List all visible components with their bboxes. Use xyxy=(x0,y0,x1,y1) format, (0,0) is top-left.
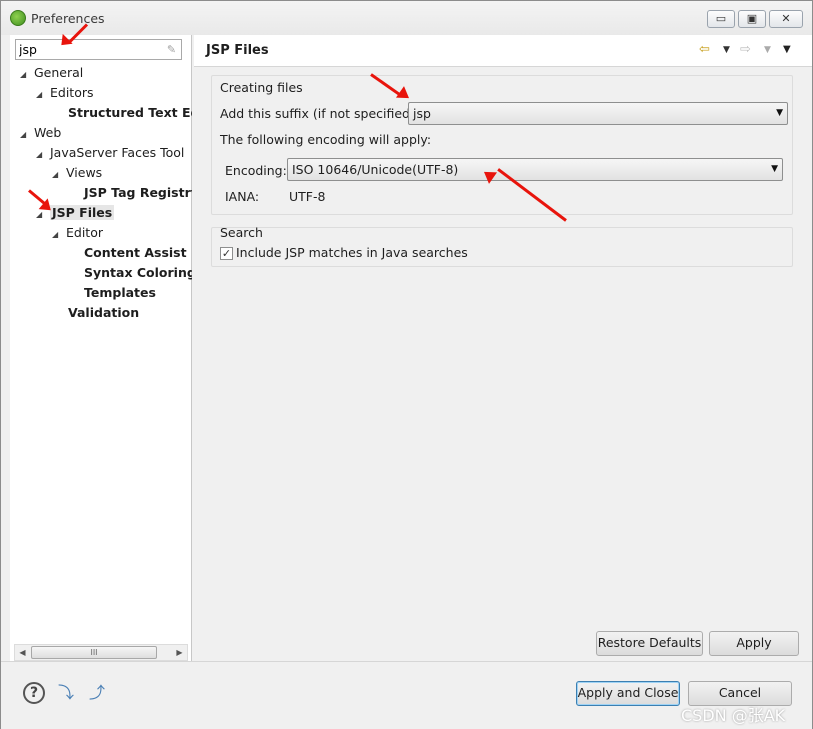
encoding-select[interactable]: ISO 10646/Unicode(UTF-8) ▼ xyxy=(287,158,783,181)
tree-item-validation[interactable]: Validation xyxy=(68,303,139,323)
tree-item-web[interactable]: ◢ Web xyxy=(20,123,61,143)
include-jsp-label: Include JSP matches in Java searches xyxy=(236,245,468,260)
scroll-right-icon[interactable]: ▶ xyxy=(172,645,187,660)
horizontal-scrollbar[interactable]: ◀ III ▶ xyxy=(14,644,188,661)
expand-arrow-icon[interactable]: ◢ xyxy=(36,85,50,105)
tree-item-content-assist[interactable]: Content Assist xyxy=(84,243,187,263)
scroll-left-icon[interactable]: ◀ xyxy=(15,645,30,660)
tree-item-label: Web xyxy=(34,125,62,140)
tree-item-label: JSP Tag Registry xyxy=(84,185,192,200)
preference-tree: ◢ General ◢ Editors Structured Text Ed ◢ We… xyxy=(10,63,192,643)
suffix-select[interactable]: jsp ▼ xyxy=(408,102,788,125)
tree-item-label: Validation xyxy=(68,305,140,320)
export-icon[interactable]: ⤴ xyxy=(86,682,108,704)
tree-item-label: Editor xyxy=(66,225,103,240)
creating-files-label: Creating files xyxy=(220,80,303,95)
tree-item-syntax-coloring[interactable]: Syntax Coloring xyxy=(84,263,192,283)
tree-item-label: Syntax Coloring xyxy=(84,265,192,280)
expand-arrow-icon[interactable]: ◢ xyxy=(36,145,50,165)
filter-input[interactable] xyxy=(16,40,156,59)
filter-box: ✎ xyxy=(15,39,182,60)
tree-item-label: Views xyxy=(66,165,103,180)
apply-and-close-button[interactable]: Apply and Close xyxy=(576,681,680,706)
iana-label: IANA: xyxy=(225,189,260,204)
tree-item-label: Editors xyxy=(50,85,94,100)
view-menu-icon[interactable]: ▼ xyxy=(783,44,791,55)
tree-item-editor[interactable]: ◢ Editor xyxy=(52,223,103,243)
import-icon[interactable]: ⤵ xyxy=(55,682,77,704)
preference-page: JSP Files ⇦ ▼ ⇨ ▼ ▼ Creating files Add t… xyxy=(194,35,812,661)
chevron-down-icon: ▼ xyxy=(771,164,778,174)
forward-arrow-icon[interactable]: ⇨ xyxy=(740,42,751,57)
tree-item-views[interactable]: ◢ Views xyxy=(52,163,102,183)
tree-item-label: General xyxy=(34,65,84,80)
preference-tree-pane: ✎ ◢General ◢Editors Structured Text Ed ◢… xyxy=(10,35,192,661)
tree-item-label: Templates xyxy=(84,285,156,300)
search-label: Search xyxy=(220,225,263,240)
close-button[interactable]: ✕ xyxy=(769,10,803,28)
expand-arrow-icon[interactable]: ◢ xyxy=(20,65,34,85)
tree-item-label: Structured Text Ed xyxy=(68,105,192,120)
restore-defaults-button[interactable]: Restore Defaults xyxy=(596,631,703,656)
expand-arrow-icon[interactable]: ◢ xyxy=(52,165,66,185)
include-jsp-checkbox[interactable]: ✓ xyxy=(220,247,233,260)
app-logo-icon xyxy=(10,10,26,26)
help-icon[interactable]: ? xyxy=(23,682,45,704)
scrollbar-thumb[interactable]: III xyxy=(31,646,157,659)
tree-item-structured-text-editors[interactable]: Structured Text Ed xyxy=(68,103,192,123)
encoding-intro-label: The following encoding will apply: xyxy=(220,132,432,147)
minimize-button[interactable]: ▭ xyxy=(707,10,735,28)
back-arrow-icon[interactable]: ⇦ xyxy=(699,42,710,57)
title-bar: Preferences ▭ ▣ ✕ xyxy=(1,1,812,35)
maximize-button[interactable]: ▣ xyxy=(738,10,766,28)
tree-item-label: Content Assist xyxy=(84,245,187,260)
clear-filter-icon[interactable]: ✎ xyxy=(165,43,178,56)
tree-item-general[interactable]: ◢ General xyxy=(20,63,83,83)
chevron-down-icon: ▼ xyxy=(776,108,783,118)
iana-value: UTF-8 xyxy=(289,189,326,204)
watermark: CSDN @张AK xyxy=(681,706,786,725)
search-group: Search ✓ Include JSP matches in Java sea… xyxy=(211,225,793,267)
forward-dropdown-icon[interactable]: ▼ xyxy=(764,45,771,55)
tree-item-label: JSP Files xyxy=(50,205,115,220)
expand-arrow-icon[interactable]: ◢ xyxy=(52,225,66,245)
suffix-value: jsp xyxy=(413,106,431,121)
tree-item-editors[interactable]: ◢ Editors xyxy=(36,83,94,103)
page-header: JSP Files ⇦ ▼ ⇨ ▼ ▼ xyxy=(194,35,812,67)
expand-arrow-icon[interactable]: ◢ xyxy=(20,125,34,145)
tree-item-jsp-tag-registry[interactable]: JSP Tag Registry xyxy=(84,183,192,203)
encoding-label: Encoding: xyxy=(225,163,287,178)
tree-item-javaserver-faces-tools[interactable]: ◢ JavaServer Faces Tool xyxy=(36,143,184,163)
apply-button[interactable]: Apply xyxy=(709,631,799,656)
page-title: JSP Files xyxy=(206,43,269,58)
creating-files-group: Creating files Add this suffix (if not s… xyxy=(211,75,793,215)
tree-item-templates[interactable]: Templates xyxy=(84,283,156,303)
encoding-value: ISO 10646/Unicode(UTF-8) xyxy=(292,162,459,177)
window-title: Preferences xyxy=(31,11,105,26)
suffix-label: Add this suffix (if not specified): xyxy=(220,106,420,121)
tree-item-label: JavaServer Faces Tool xyxy=(50,145,185,160)
preferences-window: Preferences ▭ ▣ ✕ ✎ ◢General ◢Editors St… xyxy=(0,0,813,729)
back-dropdown-icon[interactable]: ▼ xyxy=(723,45,730,55)
